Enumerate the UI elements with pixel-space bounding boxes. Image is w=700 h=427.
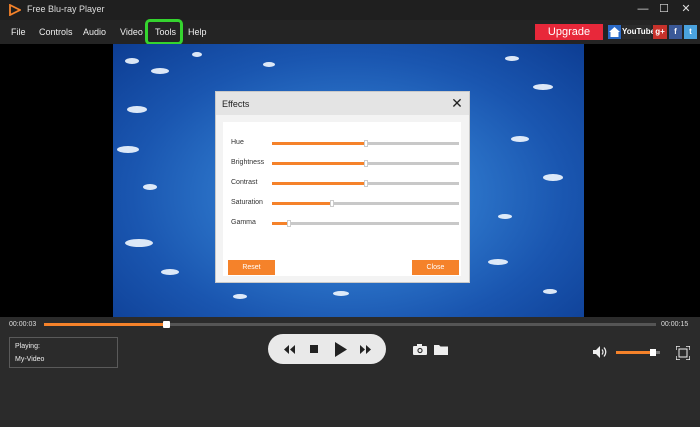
- effects-title: Effects: [222, 99, 250, 109]
- youtube-icon[interactable]: YouTube: [622, 25, 655, 39]
- menu-audio[interactable]: Audio: [83, 27, 106, 37]
- gamma-slider-thumb[interactable]: [286, 220, 291, 227]
- gamma-label: Gamma: [231, 219, 256, 226]
- seek-bar[interactable]: [44, 321, 656, 328]
- saturation-slider[interactable]: [272, 200, 459, 207]
- twitter-icon[interactable]: t: [684, 25, 697, 39]
- effects-header: Effects ✕: [216, 92, 469, 115]
- hue-slider-thumb[interactable]: [363, 140, 368, 147]
- folder-icon[interactable]: [433, 343, 448, 356]
- facebook-icon[interactable]: f: [669, 25, 682, 39]
- saturation-label: Saturation: [231, 199, 263, 206]
- volume-slider-fill: [616, 351, 654, 354]
- transport-controls: [268, 334, 386, 364]
- menu-controls[interactable]: Controls: [39, 27, 73, 37]
- minimize-button[interactable]: —: [634, 1, 652, 18]
- playing-label: Playing:: [15, 343, 40, 350]
- contrast-slider-thumb[interactable]: [363, 180, 368, 187]
- brightness-slider-fill: [272, 162, 366, 165]
- contrast-label: Contrast: [231, 179, 258, 186]
- playing-file-name: My-Video: [15, 356, 45, 363]
- google-plus-icon[interactable]: g+: [653, 25, 667, 39]
- app-title: Free Blu-ray Player: [27, 4, 105, 14]
- saturation-slider-fill: [272, 202, 332, 205]
- close-button[interactable]: Close: [412, 260, 459, 275]
- reset-button[interactable]: Reset: [228, 260, 275, 275]
- saturation-slider-thumb[interactable]: [329, 200, 334, 207]
- hue-slider[interactable]: [272, 140, 459, 147]
- menu-file[interactable]: File: [11, 27, 26, 37]
- hue-slider-fill: [272, 142, 366, 145]
- title-bar: Free Blu-ray Player — ☐ ✕: [0, 0, 700, 20]
- effects-body: Hue Brightness Contrast Saturation Gamma…: [223, 122, 461, 276]
- tools-highlight-box: [145, 19, 183, 45]
- play-icon[interactable]: [330, 334, 352, 364]
- gamma-slider[interactable]: [272, 220, 459, 227]
- app-logo-icon: [9, 4, 21, 16]
- hue-label: Hue: [231, 139, 244, 146]
- upgrade-button[interactable]: Upgrade: [535, 24, 603, 40]
- effects-close-icon[interactable]: ✕: [449, 95, 465, 111]
- menu-help[interactable]: Help: [188, 27, 207, 37]
- fast-forward-icon[interactable]: [356, 334, 374, 364]
- volume-slider-thumb[interactable]: [650, 349, 657, 356]
- brightness-slider-thumb[interactable]: [363, 160, 368, 167]
- seek-bar-fill: [44, 323, 167, 326]
- fullscreen-icon[interactable]: [675, 345, 690, 360]
- home-icon[interactable]: [608, 25, 621, 39]
- effects-dialog: Effects ✕ Hue Brightness Contrast Satura…: [215, 91, 470, 283]
- contrast-slider-fill: [272, 182, 366, 185]
- total-time: 00:00:15: [661, 321, 689, 328]
- brightness-label: Brightness: [231, 159, 265, 166]
- close-window-button[interactable]: ✕: [677, 1, 695, 18]
- brightness-slider[interactable]: [272, 160, 459, 167]
- menu-video[interactable]: Video: [120, 27, 143, 37]
- volume-slider[interactable]: [616, 349, 660, 356]
- contrast-slider[interactable]: [272, 180, 459, 187]
- maximize-button[interactable]: ☐: [655, 1, 673, 18]
- current-time: 00:00:03: [9, 321, 37, 328]
- volume-icon[interactable]: [592, 345, 608, 359]
- now-playing-box: Playing: My-Video: [9, 337, 118, 368]
- rewind-icon[interactable]: [280, 334, 298, 364]
- youtube-label: YouTube: [622, 27, 656, 36]
- snapshot-camera-icon[interactable]: [413, 343, 427, 356]
- seek-bar-thumb[interactable]: [163, 321, 171, 328]
- stop-icon[interactable]: [306, 334, 322, 364]
